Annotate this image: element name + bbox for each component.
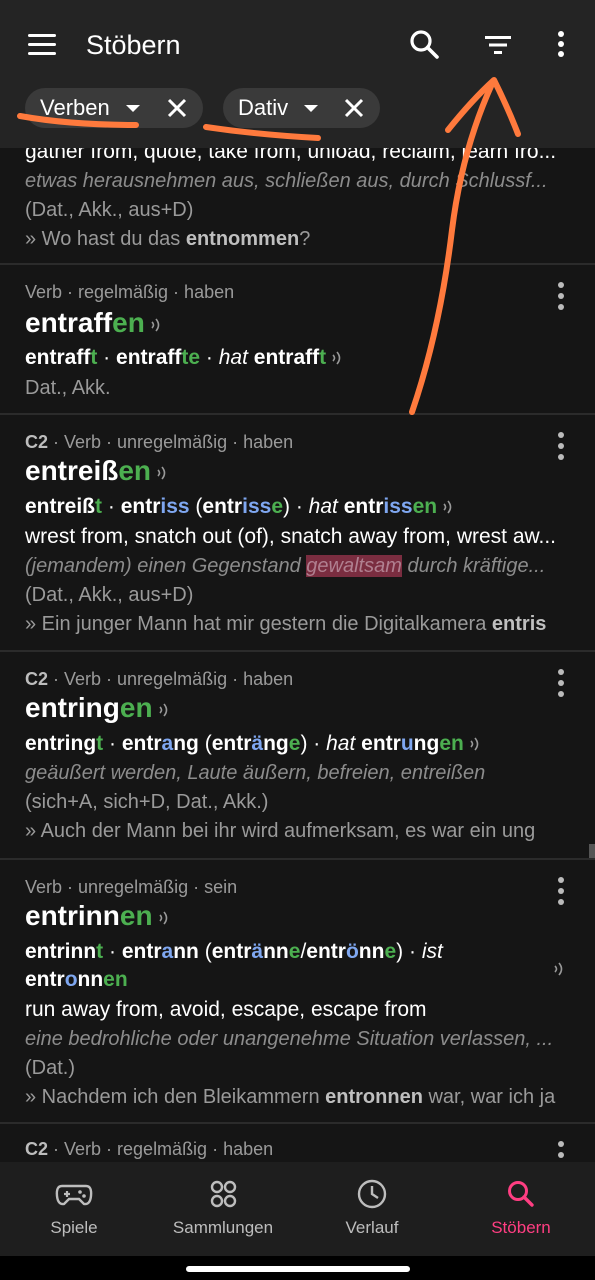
audio-icon[interactable] — [441, 497, 457, 517]
home-indicator[interactable] — [186, 1266, 410, 1272]
example-sentence: » Wo hast du das entnommen? — [25, 228, 311, 250]
filter-chip-dativ[interactable]: Dativ — [223, 88, 380, 128]
more-vert-icon[interactable] — [555, 1141, 567, 1162]
nav-item-sammlungen[interactable]: Sammlungen — [149, 1162, 297, 1256]
headword: entringen — [25, 692, 173, 724]
headword: entraffen — [25, 307, 165, 339]
list-item[interactable]: C2 · Verb · regelmäßig · haben — [0, 1124, 595, 1162]
headword: entrinnen — [25, 900, 173, 932]
more-vert-icon[interactable] — [555, 877, 567, 907]
caret-down-icon[interactable] — [126, 105, 140, 112]
grammar-info: Dat., Akk. — [25, 377, 111, 399]
menu-icon[interactable] — [22, 30, 62, 60]
entry-meta: C2 · Verb · regelmäßig · haben — [25, 1139, 274, 1159]
translation: wrest from, snatch out (of), snatch away… — [25, 525, 557, 548]
app-bar: Stöbern Verben Dativ — [0, 0, 595, 148]
filter-icon[interactable] — [475, 22, 521, 68]
nav-item-verlauf[interactable]: Verlauf — [298, 1162, 446, 1256]
conjugation: entringt · entrang (entränge) · hat entr… — [25, 732, 484, 756]
scrollbar[interactable] — [589, 844, 595, 858]
close-icon[interactable] — [343, 97, 365, 119]
gesture-area — [0, 1256, 595, 1280]
definition: geäußert werden, Laute äußern, befreien,… — [25, 762, 486, 784]
audio-icon[interactable] — [149, 315, 165, 335]
conjugation: entreißt · entriss (entrisse) · hat entr… — [25, 495, 457, 519]
grammar-info: (Dat., Akk., aus+D) — [25, 199, 194, 221]
grammar-info: (Dat., Akk., aus+D) — [25, 584, 194, 606]
list-item[interactable]: gather from, quote, take from, unload, r… — [0, 148, 595, 265]
entry-meta: C2 · Verb · unregelmäßig · haben — [25, 432, 294, 452]
entry-meta: Verb · unregelmäßig · sein — [25, 877, 238, 897]
definition: eine bedrohliche oder unangenehme Situat… — [25, 1028, 554, 1050]
audio-icon[interactable] — [155, 463, 171, 483]
clock-icon — [357, 1179, 387, 1209]
filter-chip-label: Verben — [40, 95, 110, 120]
highlighted-word: gewaltsam — [306, 555, 402, 577]
translation: run away from, avoid, escape, escape fro… — [25, 998, 427, 1021]
more-vert-icon[interactable] — [555, 669, 567, 699]
list-item[interactable]: Verb · regelmäßig · haben entraffen entr… — [0, 265, 595, 415]
page-title: Stöbern — [86, 30, 181, 60]
level-badge: C2 — [25, 1139, 49, 1159]
grammar-info: (Dat.) — [25, 1057, 75, 1079]
example-sentence: » Auch der Mann bei ihr wird aufmerksam,… — [25, 820, 536, 842]
audio-icon[interactable] — [157, 908, 173, 928]
grid-icon — [210, 1180, 237, 1208]
entry-meta: Verb · regelmäßig · haben — [25, 282, 235, 302]
audio-icon[interactable] — [330, 348, 346, 368]
more-vert-icon[interactable] — [555, 432, 567, 462]
example-sentence: » Nachdem ich den Bleikammern entronnen … — [25, 1086, 556, 1108]
filter-chip-verben[interactable]: Verben — [25, 88, 203, 128]
filter-chip-label: Dativ — [238, 95, 289, 120]
grammar-info: (sich+A, sich+D, Dat., Akk.) — [25, 791, 269, 813]
example-sentence: » Ein junger Mann hat mir gestern die Di… — [25, 613, 547, 635]
conjugation-continued: entronnen — [25, 968, 128, 991]
nav-item-stoebern[interactable]: Stöbern — [447, 1162, 595, 1256]
nav-label: Sammlungen — [172, 1218, 274, 1237]
level-badge: C2 — [25, 669, 49, 689]
more-vert-icon[interactable] — [555, 282, 567, 312]
search-icon — [508, 1181, 534, 1207]
entry-meta: C2 · Verb · unregelmäßig · haben — [25, 669, 294, 689]
list-item[interactable]: C2 · Verb · unregelmäßig · haben entreiß… — [0, 415, 595, 652]
close-icon[interactable] — [166, 97, 188, 119]
level-badge: C2 — [25, 432, 49, 452]
results-list[interactable]: gather from, quote, take from, unload, r… — [0, 148, 595, 1162]
caret-down-icon[interactable] — [304, 105, 318, 112]
nav-label: Verlauf — [345, 1218, 399, 1237]
list-item[interactable]: Verb · unregelmäßig · sein entrinnen ent… — [0, 860, 595, 1124]
translation: gather from, quote, take from, unload, r… — [25, 148, 557, 163]
nav-label: Spiele — [50, 1218, 98, 1237]
nav-label: Stöbern — [491, 1218, 551, 1237]
definition: (jemandem) einen Gegenstand gewaltsam du… — [25, 555, 546, 577]
list-item[interactable]: C2 · Verb · unregelmäßig · haben entring… — [0, 652, 595, 860]
conjugation: entrafft · entraffte · hat entrafft — [25, 346, 346, 370]
more-vert-icon[interactable] — [538, 22, 584, 68]
audio-icon[interactable] — [157, 700, 173, 720]
definition: etwas herausnehmen aus, schließen aus, d… — [25, 170, 548, 192]
bottom-navigation: Spiele Sammlungen Verlauf Stöbern — [0, 1162, 595, 1256]
nav-item-spiele[interactable]: Spiele — [0, 1162, 148, 1256]
audio-icon[interactable] — [552, 959, 568, 979]
conjugation: entrinnt · entrann (entränne/entrönne) ·… — [25, 940, 443, 963]
headword: entreißen — [25, 455, 171, 487]
audio-icon[interactable] — [468, 734, 484, 754]
gamepad-icon — [55, 1184, 93, 1206]
search-icon[interactable] — [402, 22, 448, 68]
